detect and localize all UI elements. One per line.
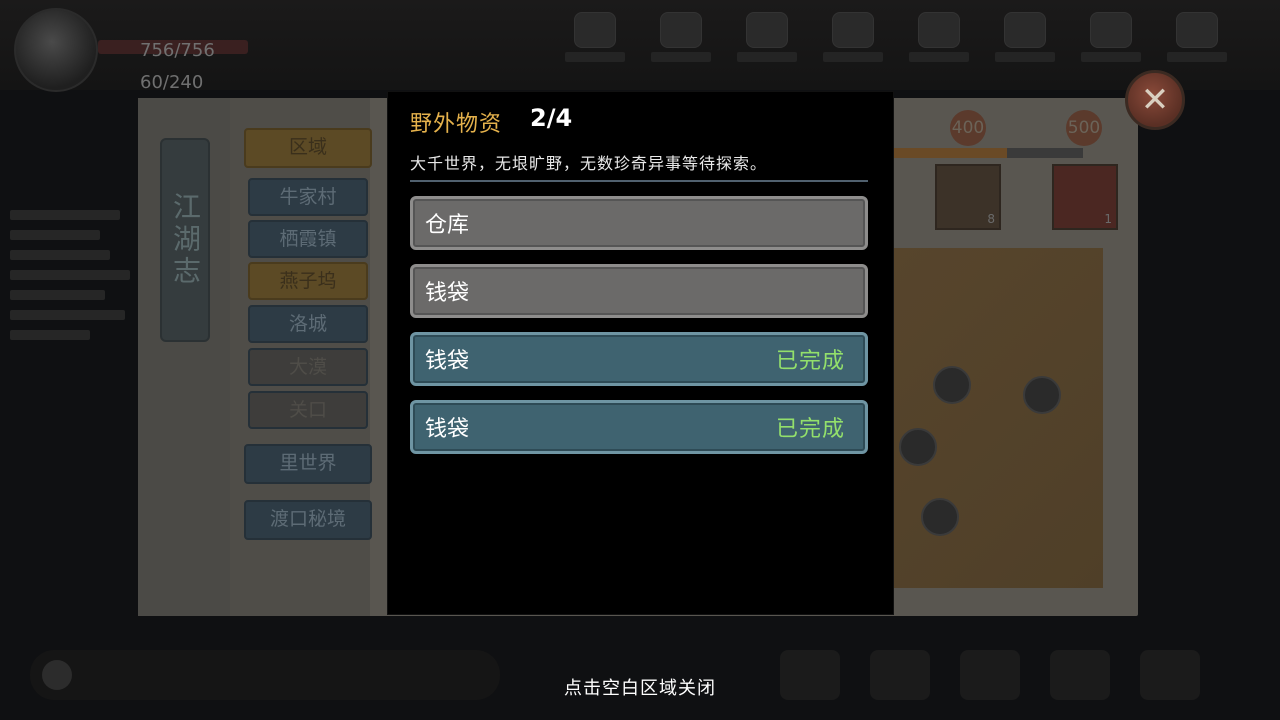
- top-menu-item: [1162, 12, 1232, 82]
- close-icon[interactable]: ✕: [1125, 70, 1185, 130]
- faded-line: [10, 230, 100, 240]
- supply-item-name: 钱袋: [425, 417, 470, 442]
- top-menu-item: [1076, 12, 1146, 82]
- region-item-locked[interactable]: 大漠: [248, 348, 368, 386]
- book-title: 江湖志: [160, 138, 210, 342]
- completed-status: 已完成: [775, 349, 845, 374]
- npc-avatar[interactable]: [1023, 376, 1061, 414]
- player-avatar: [14, 8, 98, 92]
- supply-item-row-completed[interactable]: 钱袋 已完成: [410, 332, 868, 386]
- milestone-marker: 400: [950, 110, 986, 146]
- menu-item-label: [565, 52, 625, 62]
- menu-item-label: [1081, 52, 1141, 62]
- top-menu-item: [818, 12, 888, 82]
- milestone-marker: 500: [1066, 110, 1102, 146]
- ferry-realm-button[interactable]: 渡口秘境: [244, 500, 372, 540]
- modal-description: 大千世界，无垠旷野，无数珍奇异事等待探索。: [410, 154, 768, 173]
- top-menu-item: [646, 12, 716, 82]
- faded-line: [10, 290, 105, 300]
- book-spine: 江湖志: [138, 98, 230, 616]
- menu-icon: [918, 12, 960, 48]
- completed-status: 已完成: [775, 417, 845, 442]
- supply-item-row[interactable]: 钱袋: [410, 264, 868, 318]
- quest-log-faded: [10, 200, 140, 430]
- menu-icon: [1176, 12, 1218, 48]
- top-menu-item: [904, 12, 974, 82]
- exploration-progress-bar: [893, 148, 1083, 158]
- menu-item-label: [737, 52, 797, 62]
- menu-item-label: [823, 52, 883, 62]
- reward-count: 1: [1104, 212, 1112, 226]
- hp-value: 756/756: [140, 40, 215, 61]
- region-list: 区域 牛家村 栖霞镇 燕子坞 洛城 大漠 关口 里世界 渡口秘境: [230, 98, 372, 616]
- supply-item-name: 钱袋: [425, 281, 470, 306]
- region-map: [893, 248, 1103, 588]
- region-item[interactable]: 栖霞镇: [248, 220, 368, 258]
- supply-item-name: 钱袋: [425, 349, 470, 374]
- npc-avatar[interactable]: [921, 498, 959, 536]
- top-menu-item: [732, 12, 802, 82]
- menu-item-label: [909, 52, 969, 62]
- exploration-progress-fill: [893, 148, 1007, 158]
- top-menu-item: [990, 12, 1060, 82]
- reward-chest[interactable]: 8: [935, 164, 1001, 230]
- menu-icon: [1090, 12, 1132, 48]
- menu-icon: [832, 12, 874, 48]
- faded-line: [10, 250, 110, 260]
- supply-item-name: 仓库: [425, 213, 470, 238]
- region-item[interactable]: 牛家村: [248, 178, 368, 216]
- region-item-selected[interactable]: 燕子坞: [248, 262, 368, 300]
- reward-count: 8: [987, 212, 995, 226]
- faded-line: [10, 270, 130, 280]
- supply-item-row[interactable]: 仓库: [410, 196, 868, 250]
- modal-progress-count: 2/4: [530, 104, 573, 132]
- modal-divider: [410, 180, 868, 182]
- menu-item-label: [1167, 52, 1227, 62]
- region-item[interactable]: 洛城: [248, 305, 368, 343]
- menu-icon: [1004, 12, 1046, 48]
- faded-line: [10, 310, 125, 320]
- menu-icon: [660, 12, 702, 48]
- menu-icon: [746, 12, 788, 48]
- npc-avatar[interactable]: [933, 366, 971, 404]
- tap-to-close-hint: 点击空白区域关闭: [564, 678, 716, 699]
- top-menu-item: [560, 12, 630, 82]
- wild-supplies-modal: 野外物资 2/4 大千世界，无垠旷野，无数珍奇异事等待探索。 仓库 钱袋 钱袋 …: [388, 92, 893, 614]
- modal-title: 野外物资: [410, 112, 503, 137]
- supply-item-row-completed[interactable]: 钱袋 已完成: [410, 400, 868, 454]
- faded-line: [10, 330, 90, 340]
- inner-world-button[interactable]: 里世界: [244, 444, 372, 484]
- menu-item-label: [651, 52, 711, 62]
- reward-chest[interactable]: 1: [1052, 164, 1118, 230]
- menu-icon: [574, 12, 616, 48]
- energy-value: 60/240: [140, 72, 204, 93]
- faded-line: [10, 210, 120, 220]
- npc-avatar[interactable]: [899, 428, 937, 466]
- menu-item-label: [995, 52, 1055, 62]
- region-tab[interactable]: 区域: [244, 128, 372, 168]
- region-item-locked[interactable]: 关口: [248, 391, 368, 429]
